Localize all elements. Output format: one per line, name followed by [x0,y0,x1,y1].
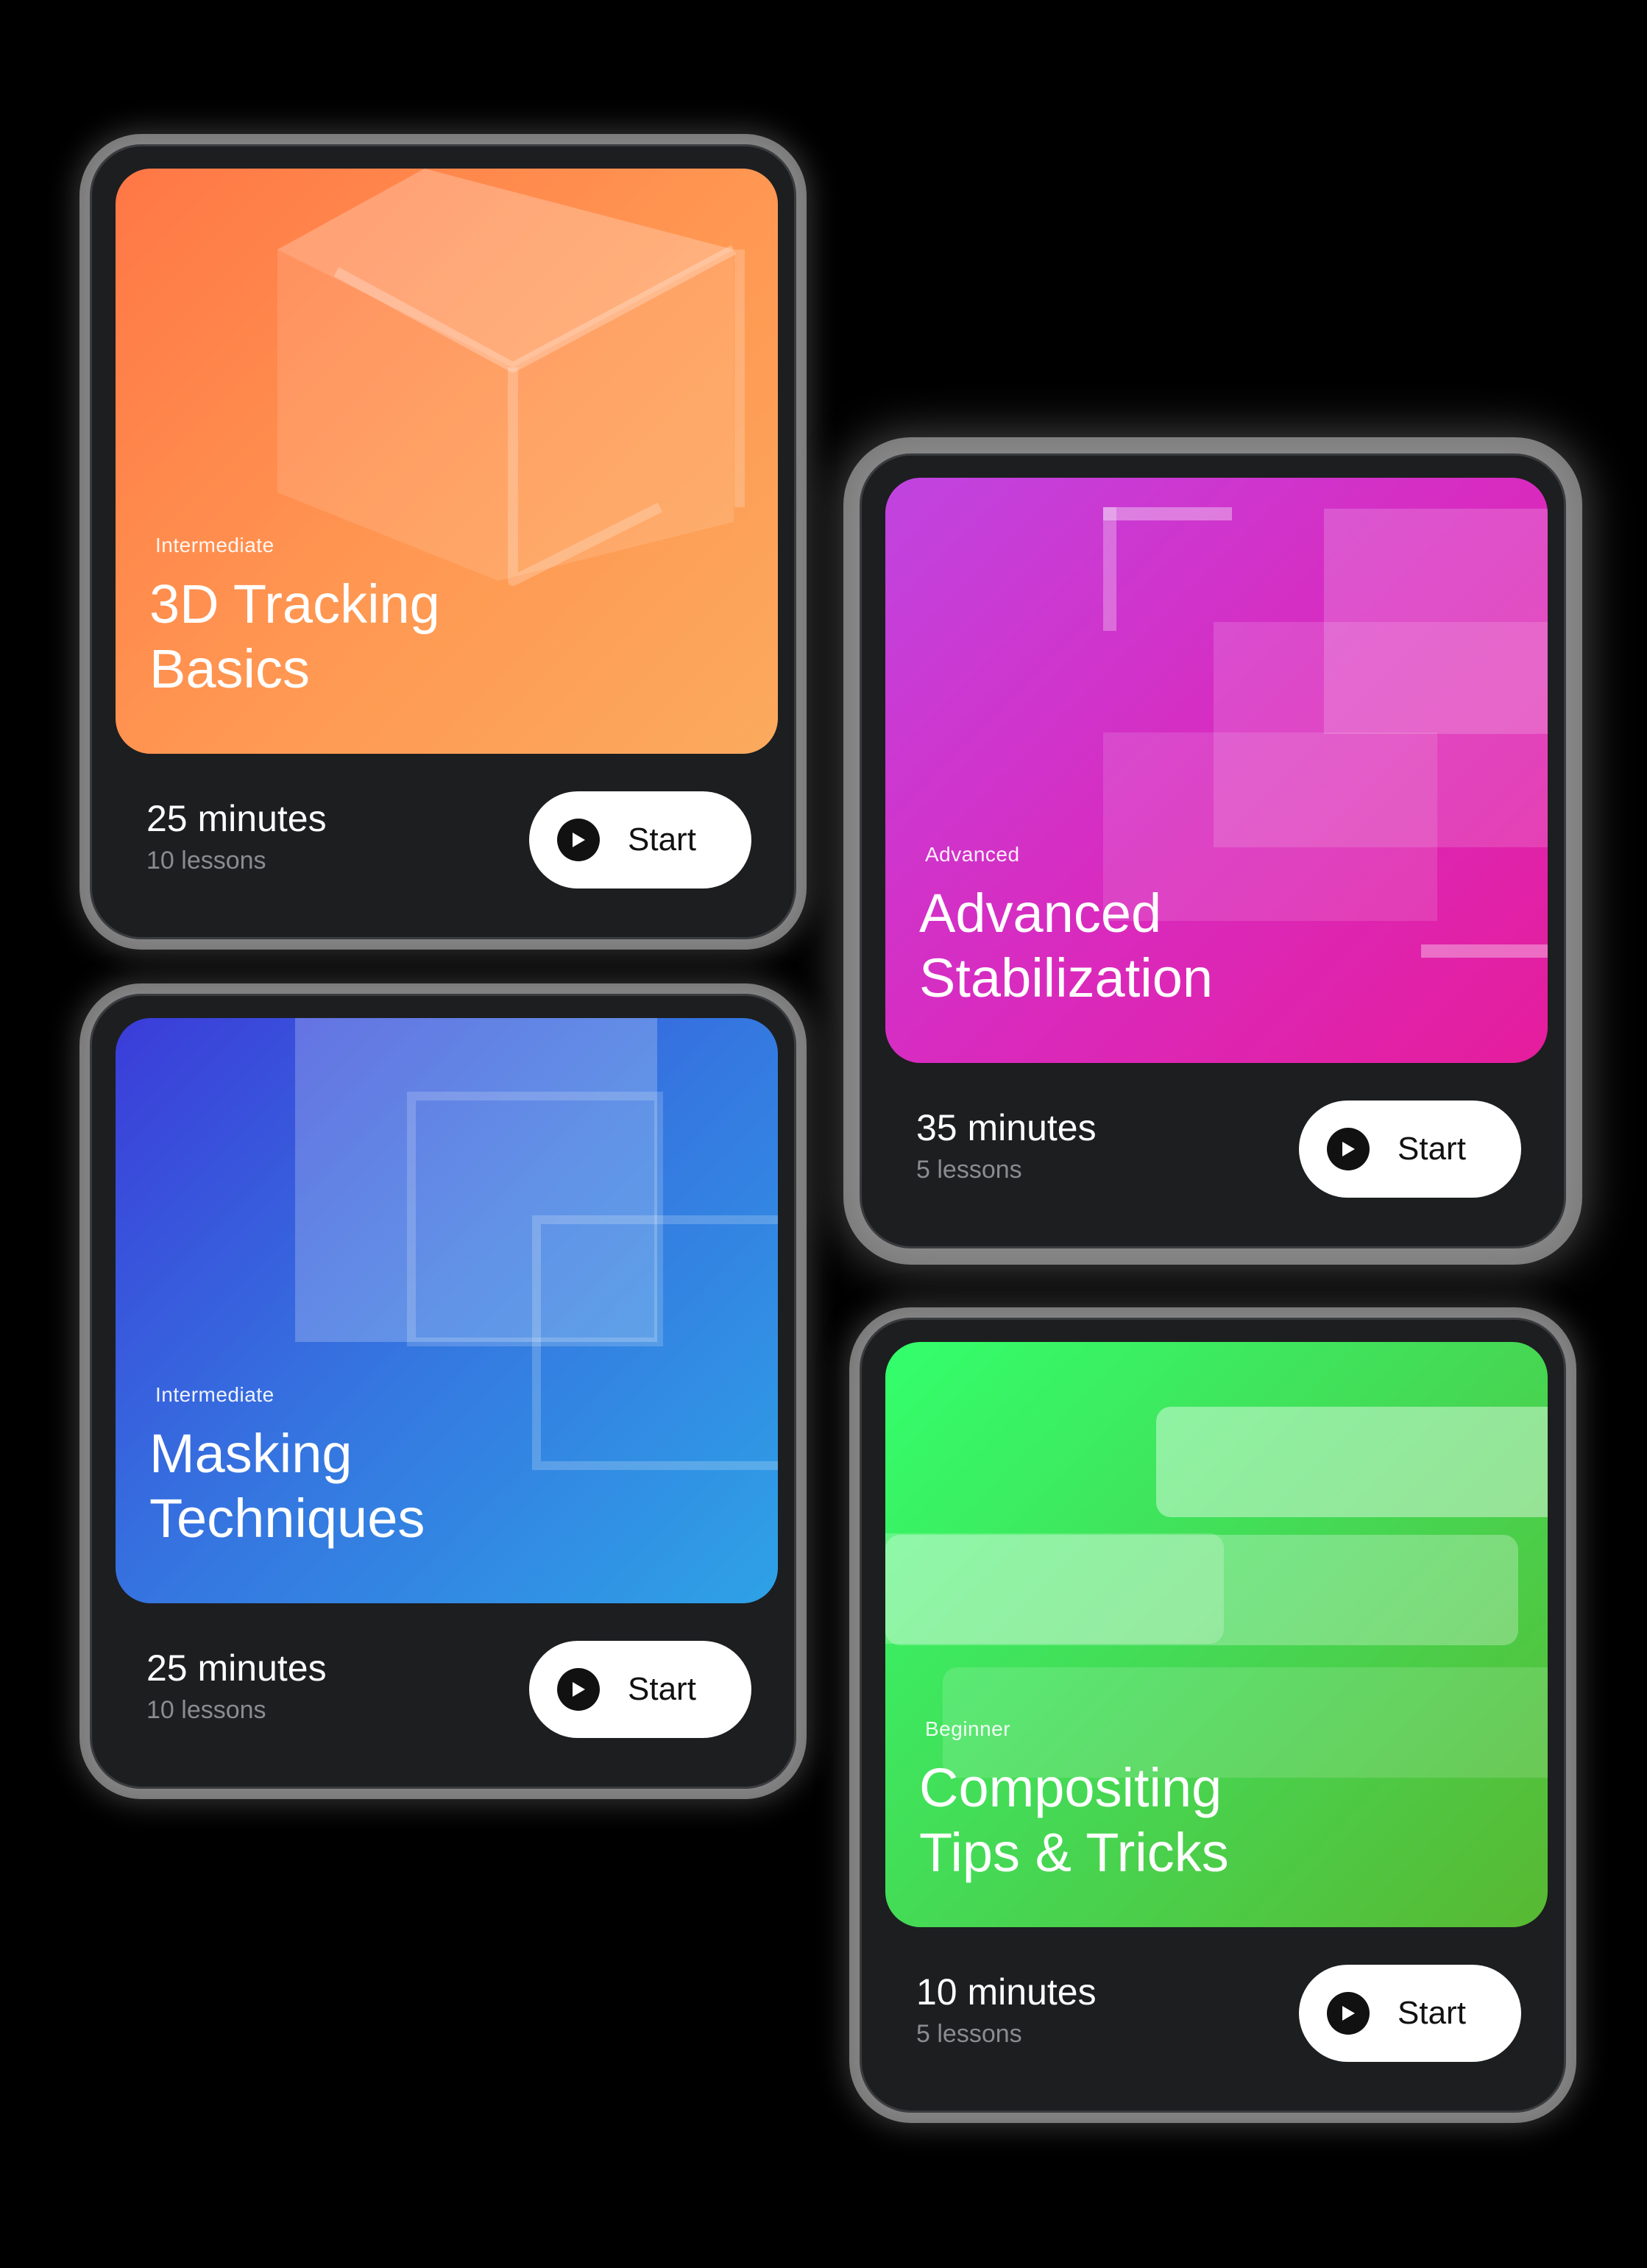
course-meta: 25 minutes 10 lessons [146,796,327,875]
course-meta: 10 minutes 5 lessons [916,1970,1097,2049]
start-button-label: Start [628,1671,696,1707]
course-meta: 35 minutes 5 lessons [916,1106,1097,1184]
lessons-count: 5 lessons [916,1156,1022,1184]
level-label: Intermediate [155,534,274,557]
course-card-advanced-stabilization[interactable]: Advanced Advanced Stabilization 35 minut… [860,453,1566,1248]
course-title-line2: Tips & Tricks [919,1822,1229,1883]
course-title: Compositing Tips & Tricks [919,1756,1478,1885]
course-hero: Advanced Advanced Stabilization [885,478,1548,1063]
course-title: Advanced Stabilization [919,881,1478,1011]
level-label: Intermediate [155,1383,274,1406]
course-hero: Intermediate 3D Tracking Basics [116,169,778,754]
course-title-line1: Advanced [919,883,1162,944]
duration-text: 10 minutes [916,1971,1097,2013]
start-button[interactable]: Start [529,1641,751,1738]
course-title-line1: Compositing [919,1757,1222,1818]
duration-text: 35 minutes [916,1107,1097,1148]
course-title-line1: 3D Tracking [149,573,440,635]
course-title-line1: Masking [149,1423,353,1484]
course-card-masking-techniques[interactable]: Intermediate Masking Techniques 25 minut… [90,994,796,1789]
level-label: Advanced [925,843,1020,866]
course-title-line2: Stabilization [919,947,1214,1008]
course-hero: Beginner Compositing Tips & Tricks [885,1342,1548,1927]
lessons-count: 10 lessons [146,1696,266,1724]
course-card-compositing-tips[interactable]: Beginner Compositing Tips & Tricks 10 mi… [860,1318,1566,2113]
start-button-label: Start [1398,1995,1466,2031]
course-meta: 25 minutes 10 lessons [146,1646,327,1725]
duration-text: 25 minutes [146,1647,327,1689]
play-icon [1327,1128,1370,1170]
duration-text: 25 minutes [146,798,327,839]
start-button[interactable]: Start [529,791,751,889]
course-title: Masking Techniques [149,1421,709,1551]
course-hero: Intermediate Masking Techniques [116,1018,778,1603]
play-icon [557,819,600,861]
lessons-count: 5 lessons [916,2020,1022,2048]
level-label: Beginner [925,1717,1011,1740]
start-button[interactable]: Start [1299,1965,1521,2062]
course-title: 3D Tracking Basics [149,572,709,702]
start-button-label: Start [1398,1131,1466,1167]
course-title-line2: Techniques [149,1488,425,1549]
play-icon [557,1668,600,1711]
course-card-3d-tracking[interactable]: Intermediate 3D Tracking Basics 25 minut… [90,144,796,939]
start-button[interactable]: Start [1299,1101,1521,1198]
course-title-line2: Basics [149,638,310,699]
start-button-label: Start [628,822,696,858]
play-icon [1327,1992,1370,2035]
lessons-count: 10 lessons [146,847,266,875]
